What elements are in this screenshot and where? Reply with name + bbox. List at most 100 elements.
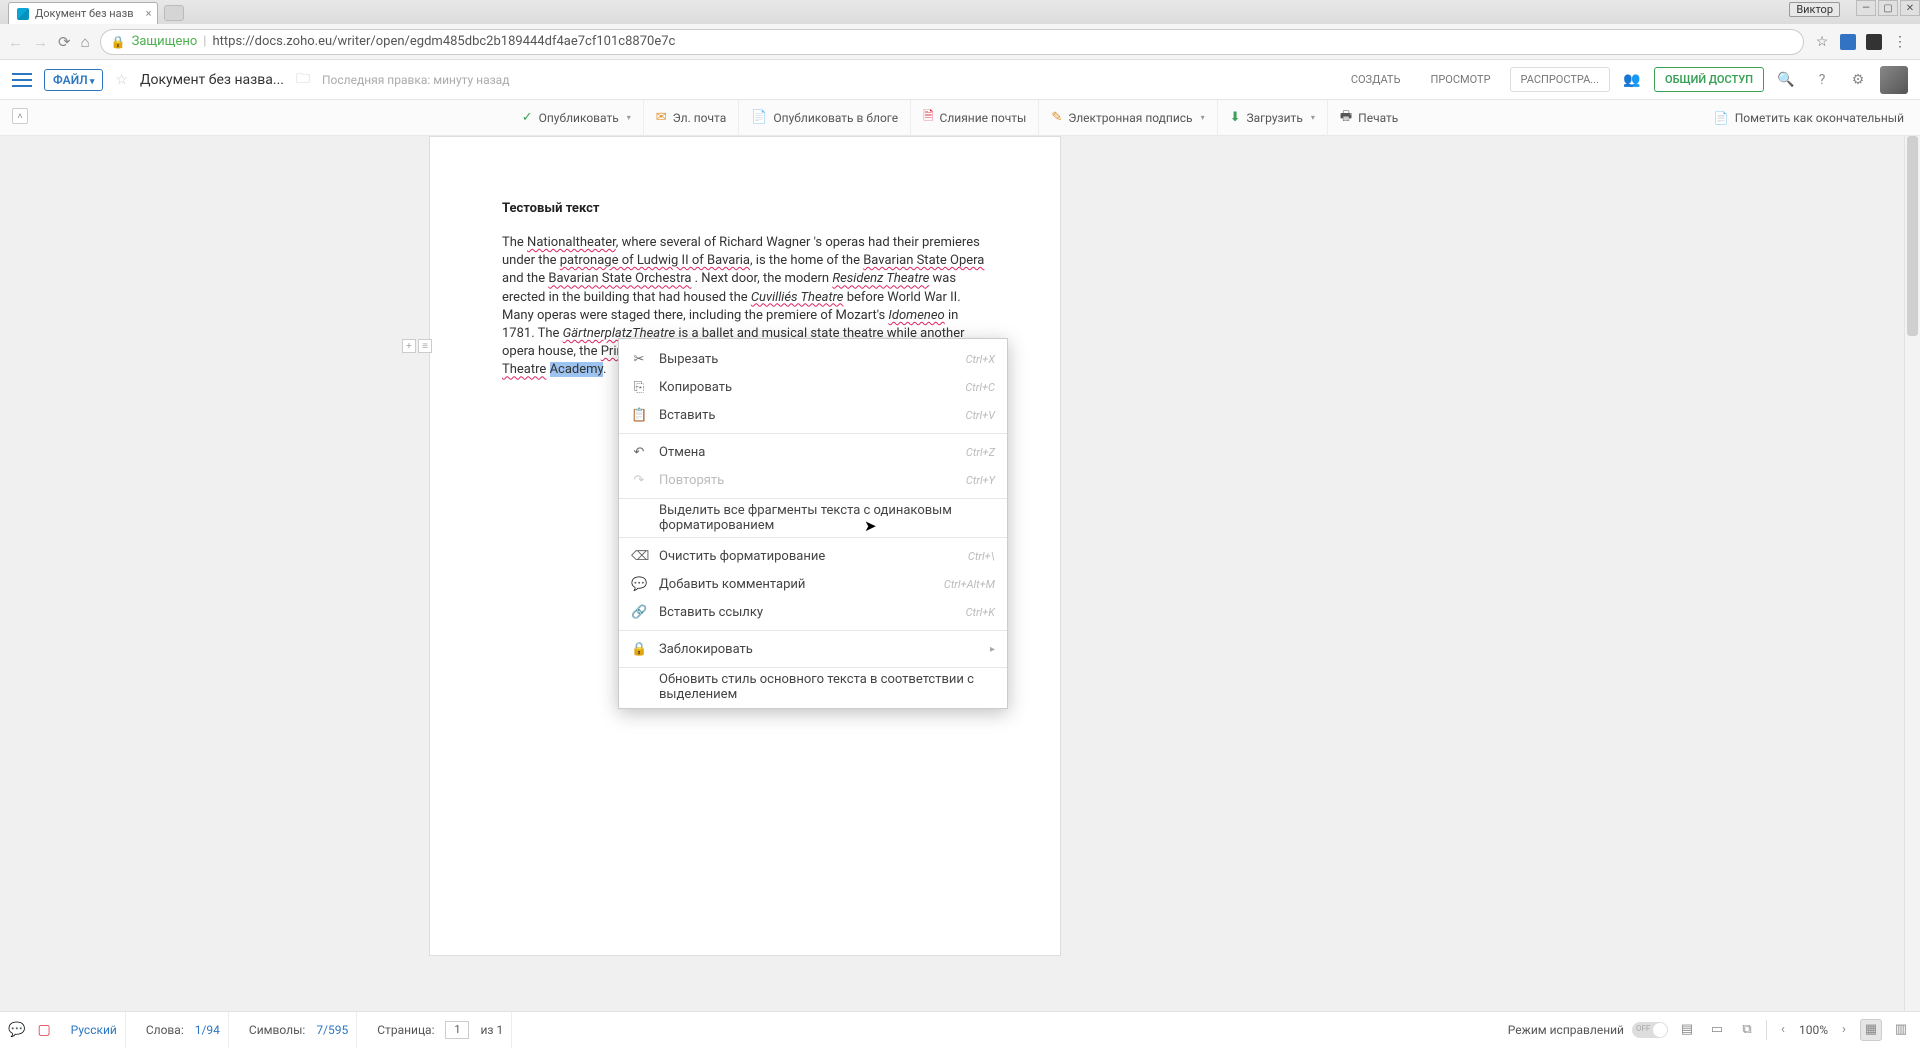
tab-title: Документ без назв [35, 3, 133, 25]
ctx-select-same-formatting[interactable]: Выделить все фрагменты текста с одинаков… [619, 503, 1007, 533]
esign-button[interactable]: ✎Электронная подпись▾ [1039, 100, 1217, 136]
ctx-update-style[interactable]: Обновить стиль основного текста в соотве… [619, 672, 1007, 702]
lock-icon: 🔒 [111, 35, 126, 49]
minimize-icon[interactable]: — [1856, 0, 1876, 16]
tab-close-icon[interactable]: × [146, 3, 152, 25]
home-icon[interactable]: ⌂ [81, 33, 90, 51]
browser-menu-icon[interactable]: ⋮ [1892, 34, 1908, 50]
mark-final-button[interactable]: 📄 Пометить как окончательный [1714, 111, 1904, 125]
vertical-scrollbar[interactable] [1904, 136, 1920, 1011]
ctx-add-comment[interactable]: 💬Добавить комментарийCtrl+Alt+M [619, 570, 1007, 598]
distribute-button[interactable]: РАСПРОСТРА... [1510, 67, 1610, 92]
sb-list-icon[interactable]: ▤ [1676, 1019, 1698, 1041]
new-tab-button[interactable] [164, 5, 184, 21]
create-button[interactable]: СОЗДАТЬ [1340, 67, 1412, 92]
word-count[interactable]: Слова: 1/94 [138, 1012, 229, 1048]
add-block-icon[interactable]: + [402, 339, 416, 353]
scissors-icon: ✂ [631, 352, 647, 367]
help-icon[interactable]: ? [1808, 66, 1836, 94]
address-bar: ← → ⟳ ⌂ 🔒 Защищено | https://docs.zoho.e… [0, 24, 1920, 60]
url-box[interactable]: 🔒 Защищено | https://docs.zoho.eu/writer… [100, 29, 1804, 55]
file-menu-button[interactable]: ФАЙЛ [44, 69, 103, 91]
reload-icon[interactable]: ⟳ [58, 33, 71, 51]
ctx-undo[interactable]: ↶ОтменаCtrl+Z [619, 438, 1007, 466]
search-icon[interactable]: 🔍 [1772, 66, 1800, 94]
eraser-icon: ⌫ [631, 549, 647, 564]
forward-icon[interactable]: → [33, 33, 48, 51]
email-button[interactable]: ✉Эл. почта [644, 100, 739, 136]
ctx-redo: ↷ПовторятьCtrl+Y [619, 466, 1007, 494]
comment-icon: 💬 [631, 577, 647, 592]
download-icon: ⬇ [1230, 110, 1241, 125]
browser-profile-chip[interactable]: Виктор [1789, 2, 1840, 17]
back-icon[interactable]: ← [8, 33, 23, 51]
url-separator: | [203, 34, 206, 49]
ctx-lock[interactable]: 🔒Заблокировать▸ [619, 635, 1007, 663]
language-selector[interactable]: Русский [63, 1012, 126, 1048]
browser-tab[interactable]: Документ без назв × [8, 2, 158, 24]
zoom-value[interactable]: 100% [1799, 1023, 1828, 1037]
tab-favicon [17, 8, 29, 20]
ctx-copy[interactable]: ⎘КопироватьCtrl+C [619, 373, 1007, 401]
share-button[interactable]: ОБЩИЙ ДОСТУП [1654, 67, 1764, 92]
block-menu-icon[interactable]: ≡ [418, 339, 432, 353]
maximize-icon[interactable]: ▢ [1878, 0, 1898, 16]
pen-icon: ✎ [1051, 110, 1062, 125]
hamburger-menu-icon[interactable] [12, 73, 32, 87]
collapse-toolbar-icon[interactable]: ˄ [12, 108, 28, 124]
extension-icon-1[interactable] [1840, 34, 1856, 50]
publish-button[interactable]: ✓Опубликовать▾ [510, 100, 644, 136]
track-changes-toggle[interactable]: OFF [1632, 1022, 1668, 1038]
sb-page-icon[interactable]: ▭ [1706, 1019, 1728, 1041]
document-title[interactable]: Документ без назва... [140, 72, 284, 88]
ctx-cut[interactable]: ✂ВырезатьCtrl+X [619, 345, 1007, 373]
avatar[interactable] [1880, 66, 1908, 94]
view-mode-1-icon[interactable]: ▦ [1860, 1019, 1882, 1041]
lock-icon: 🔒 [631, 642, 647, 657]
scrollbar-thumb[interactable] [1907, 136, 1918, 336]
sb-dual-icon[interactable]: ⧉ [1736, 1019, 1758, 1041]
print-button[interactable]: 🖶Печать [1328, 100, 1410, 136]
spellcheck-icon[interactable]: ▢ [37, 1022, 50, 1038]
page-indicator[interactable]: Страница: 1 из 1 [369, 1012, 512, 1048]
blog-button[interactable]: 📄Опубликовать в блоге [739, 100, 911, 136]
paragraph-handles: + ≡ [402, 339, 432, 353]
print-icon: 🖶 [1340, 107, 1352, 129]
blog-icon: 📄 [751, 110, 767, 125]
nav-buttons: ← → ⟳ ⌂ [8, 33, 90, 51]
bookmark-star-icon[interactable]: ☆ [1814, 34, 1830, 50]
copy-icon: ⎘ [631, 380, 647, 395]
page-input[interactable]: 1 [445, 1021, 469, 1039]
publish-icon: ✓ [522, 110, 533, 125]
favorite-star-icon[interactable]: ☆ [115, 72, 128, 88]
address-bar-right: ☆ ⋮ [1814, 34, 1912, 50]
url-text: https://docs.zoho.eu/writer/open/egdm485… [212, 34, 675, 49]
zoom-in-icon[interactable]: › [1836, 1019, 1852, 1041]
ctx-clear-formatting[interactable]: ⌫Очистить форматированиеCtrl+\ [619, 542, 1007, 570]
mailmerge-button[interactable]: 🗎Слияние почты [911, 100, 1039, 136]
window-controls: — ▢ ✕ [1854, 0, 1920, 16]
last-edit-label: Последняя правка: минуту назад [322, 73, 509, 87]
collab-icon[interactable]: 👥 [1618, 66, 1646, 94]
close-window-icon[interactable]: ✕ [1900, 0, 1920, 16]
redo-icon: ↷ [631, 473, 647, 488]
extension-icon-2[interactable] [1866, 34, 1882, 50]
folder-icon[interactable]: 🗀 [296, 68, 310, 92]
chat-icon[interactable]: 💬 [8, 1022, 25, 1038]
doc-heading[interactable]: Тестовый текст [502, 201, 988, 216]
gear-icon[interactable]: ⚙ [1844, 66, 1872, 94]
char-count[interactable]: Символы: 7/595 [241, 1012, 357, 1048]
link-icon: 🔗 [631, 605, 647, 620]
status-bar: 💬 ▢ Русский Слова: 1/94 Символы: 7/595 С… [0, 1011, 1920, 1047]
ctx-insert-link[interactable]: 🔗Вставить ссылкуCtrl+K [619, 598, 1007, 626]
ctx-paste[interactable]: 📋ВставитьCtrl+V [619, 401, 1007, 429]
email-icon: ✉ [656, 110, 667, 125]
zoom-out-icon[interactable]: ‹ [1775, 1019, 1791, 1041]
view-mode-2-icon[interactable]: ▥ [1890, 1019, 1912, 1041]
mark-final-icon: 📄 [1714, 111, 1729, 125]
chevron-right-icon: ▸ [990, 644, 995, 655]
preview-button[interactable]: ПРОСМОТР [1419, 67, 1501, 92]
download-button[interactable]: ⬇Загрузить▾ [1218, 100, 1328, 136]
clipboard-icon: 📋 [631, 408, 647, 423]
app-bar: ФАЙЛ ☆ Документ без назва... 🗀 Последняя… [0, 60, 1920, 100]
